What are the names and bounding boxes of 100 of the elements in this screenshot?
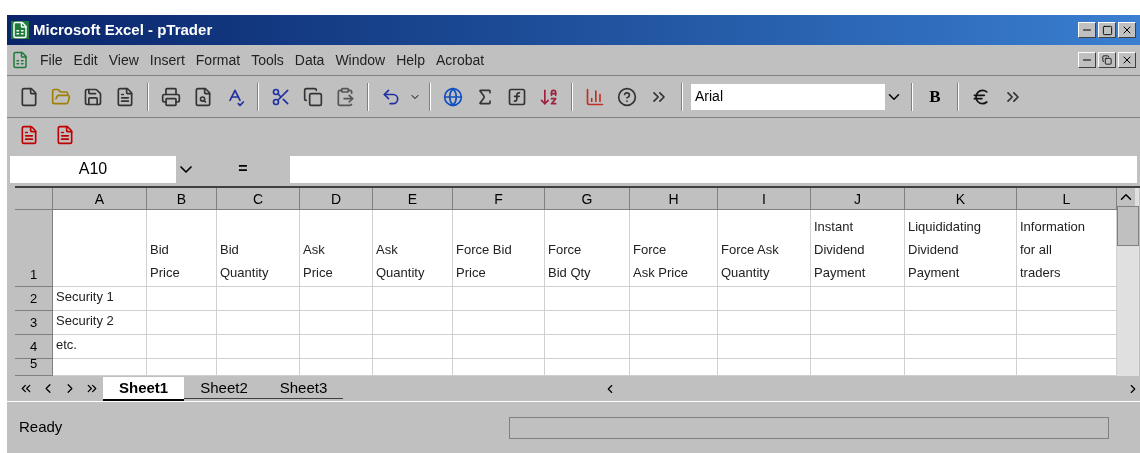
table-cell[interactable]: Force Ask Price [630,210,718,287]
table-cell[interactable]: Force Bid Qty [545,210,630,287]
table-cell[interactable] [1017,311,1117,335]
font-dropdown[interactable]: Arial [691,83,903,110]
table-cell[interactable] [718,359,811,376]
table-cell[interactable]: Bid Price [147,210,217,287]
table-cell[interactable] [811,287,905,311]
menu-item[interactable]: View [108,49,139,71]
table-cell[interactable] [811,335,905,359]
table-cell[interactable] [811,359,905,376]
table-cell[interactable] [453,359,545,376]
table-cell[interactable] [147,359,217,376]
column-header[interactable]: D [300,188,373,210]
column-header[interactable]: J [811,188,905,210]
table-cell[interactable] [630,335,718,359]
table-cell[interactable] [453,287,545,311]
table-cell[interactable]: Force Bid Price [453,210,545,287]
restore-button[interactable] [1098,52,1116,68]
table-cell[interactable]: Ask Price [300,210,373,287]
table-cell[interactable]: Liquididating Dividend Payment [905,210,1017,287]
table-cell[interactable] [630,287,718,311]
table-cell[interactable]: Bid Quantity [217,210,300,287]
column-header[interactable]: I [718,188,811,210]
menu-item[interactable]: Insert [149,49,185,71]
table-cell[interactable] [300,311,373,335]
table-cell[interactable] [373,359,453,376]
vertical-scrollbar[interactable] [1117,188,1139,376]
close-button[interactable] [1118,22,1136,38]
column-header[interactable]: C [217,188,300,210]
table-cell[interactable] [53,359,147,376]
column-header[interactable]: A [53,188,147,210]
table-cell[interactable] [630,311,718,335]
column-header[interactable]: G [545,188,630,210]
table-cell[interactable] [217,359,300,376]
table-cell[interactable] [217,335,300,359]
column-header[interactable]: L [1017,188,1117,210]
menu-item[interactable]: File [40,49,63,71]
table-cell[interactable] [905,335,1017,359]
row-header[interactable]: 5 [15,359,53,376]
column-header[interactable]: B [147,188,217,210]
table-cell[interactable] [300,287,373,311]
table-cell[interactable]: Information for all traders [1017,210,1117,287]
menu-item[interactable]: Data [294,49,325,71]
table-cell[interactable] [453,311,545,335]
table-cell[interactable] [53,210,147,287]
formula-field[interactable] [290,155,1137,183]
table-cell[interactable] [147,287,217,311]
table-cell[interactable] [545,287,630,311]
table-cell[interactable] [718,311,811,335]
name-box[interactable]: A10 [10,155,196,183]
row-header[interactable]: 4 [15,335,53,359]
row-header[interactable]: 2 [15,287,53,311]
table-cell[interactable] [453,335,545,359]
table-cell[interactable] [373,287,453,311]
table-cell[interactable]: etc. [53,335,147,359]
table-cell[interactable]: Security 2 [53,311,147,335]
table-cell[interactable] [373,311,453,335]
minimize-button[interactable] [1078,52,1096,68]
sheet-tab[interactable]: Sheet1 [103,376,185,401]
table-cell[interactable] [545,311,630,335]
table-cell[interactable] [147,335,217,359]
table-cell[interactable]: Ask Quantity [373,210,453,287]
select-all-corner[interactable] [15,188,53,210]
column-header[interactable]: E [373,188,453,210]
maximize-button[interactable] [1098,22,1116,38]
workbook-icon[interactable] [11,51,29,69]
row-header[interactable]: 3 [15,311,53,335]
table-cell[interactable] [1017,335,1117,359]
table-cell[interactable]: Force Ask Quantity [718,210,811,287]
table-cell[interactable] [718,335,811,359]
menu-item[interactable]: Edit [73,49,98,71]
table-cell[interactable] [718,287,811,311]
table-cell[interactable] [300,335,373,359]
table-cell[interactable]: Security 1 [53,287,147,311]
table-cell[interactable] [373,335,453,359]
close-button[interactable] [1118,52,1136,68]
row-header[interactable]: 1 [15,210,53,287]
scroll-thumb[interactable] [1117,206,1139,246]
table-cell[interactable] [545,359,630,376]
table-cell[interactable] [217,287,300,311]
column-header[interactable]: F [453,188,545,210]
menu-item[interactable]: Format [195,49,241,71]
table-cell[interactable] [811,311,905,335]
table-cell[interactable] [1017,287,1117,311]
table-cell[interactable] [1017,359,1117,376]
table-cell[interactable]: Instant Dividend Payment [811,210,905,287]
menu-item[interactable]: Acrobat [436,49,485,71]
table-cell[interactable] [905,287,1017,311]
table-cell[interactable] [545,335,630,359]
column-header[interactable]: K [905,188,1017,210]
table-cell[interactable] [905,359,1017,376]
table-cell[interactable] [217,311,300,335]
table-cell[interactable] [630,359,718,376]
table-cell[interactable] [905,311,1017,335]
menu-item[interactable]: Help [396,49,425,71]
scroll-up-icon[interactable] [1117,188,1135,206]
table-cell[interactable] [147,311,217,335]
minimize-button[interactable] [1078,22,1096,38]
bold-button[interactable]: B [921,82,949,111]
table-cell[interactable] [300,359,373,376]
